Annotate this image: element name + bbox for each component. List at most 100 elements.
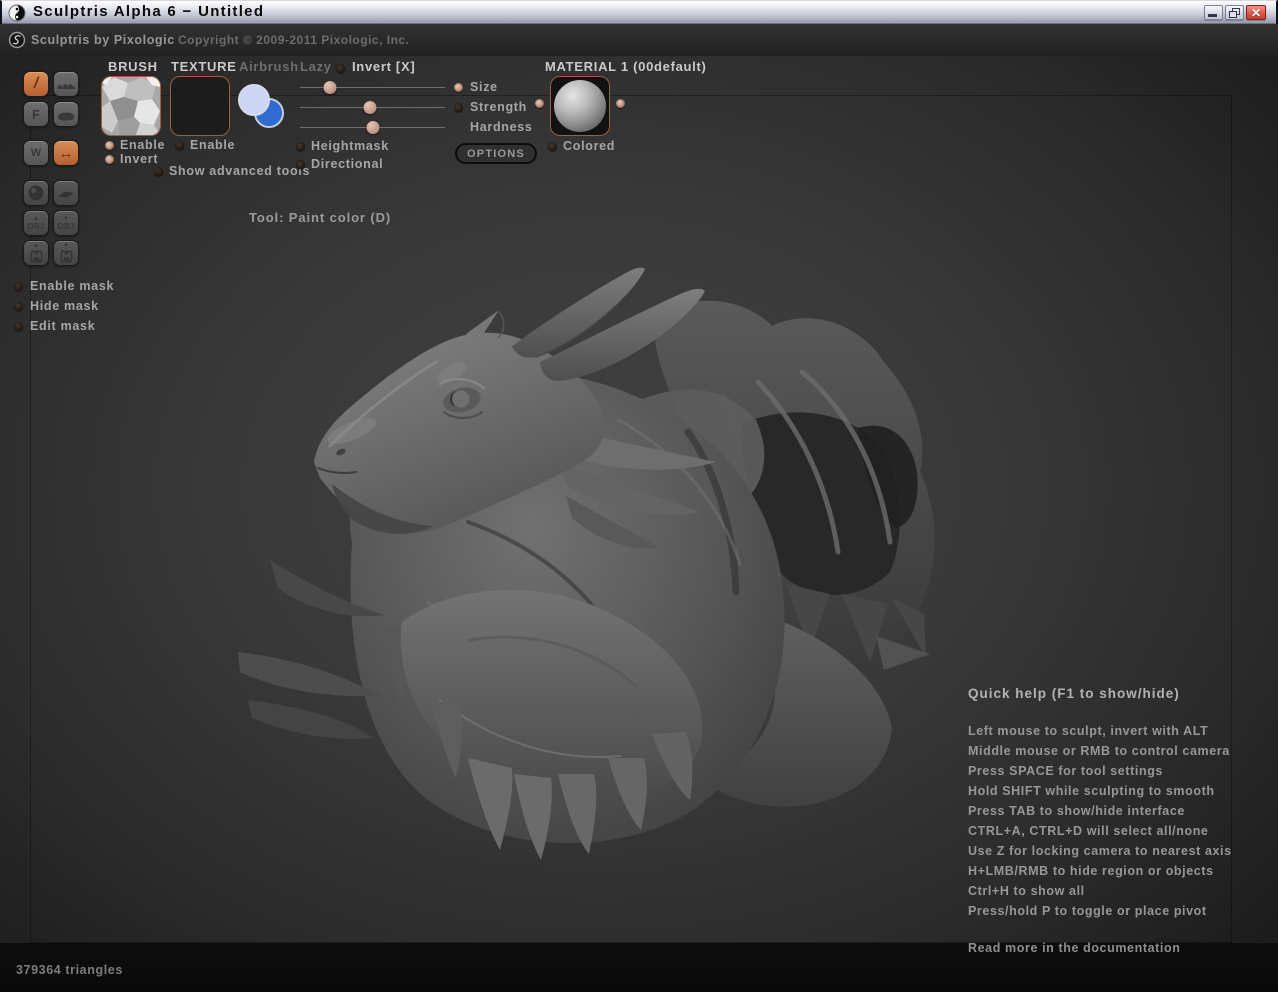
arrow-up-icon: ▲ — [33, 216, 39, 222]
flatten-icon — [55, 103, 77, 125]
app-icon — [8, 4, 26, 22]
menu-strip: Sculptris by Pixologic Copyright © 2009-… — [0, 24, 1278, 56]
help-footer: Read more in the documentation — [968, 941, 1180, 955]
directional-radio[interactable] — [296, 160, 305, 169]
new-sphere-button[interactable] — [23, 180, 49, 206]
help-line: Hold SHIFT while sculpting to smooth — [968, 781, 1232, 801]
quick-help-lines: Left mouse to sculpt, invert with ALT Mi… — [968, 721, 1232, 921]
size-label[interactable]: Size — [470, 80, 498, 94]
hardness-label[interactable]: Hardness — [470, 120, 533, 134]
material-prev-dot[interactable] — [535, 99, 544, 108]
brush-pattern-icon — [102, 77, 160, 135]
help-line: Middle mouse or RMB to control camera — [968, 741, 1232, 761]
enable-mask-label[interactable]: Enable mask — [30, 279, 114, 293]
hide-mask-label[interactable]: Hide mask — [30, 299, 99, 313]
brush-thumbnail[interactable] — [101, 76, 161, 136]
material-section-label: MATERIAL 1 (00default) — [545, 59, 707, 74]
wireframe-button[interactable]: W — [23, 140, 49, 166]
help-line: Press SPACE for tool settings — [968, 761, 1232, 781]
invert-x-label[interactable]: Invert [X] — [352, 59, 415, 74]
edit-mask-label[interactable]: Edit mask — [30, 319, 95, 333]
hardness-slider-handle[interactable] — [366, 121, 379, 134]
floppy-disk-icon — [60, 250, 73, 263]
help-line: CTRL+A, CTRL+D will select all/none — [968, 821, 1232, 841]
airbrush-mode-button[interactable]: Airbrush — [239, 59, 299, 74]
quick-help-title: Quick help (F1 to show/hide) — [968, 686, 1180, 701]
arrow-down-icon: ▼ — [63, 243, 69, 249]
arrow-down-icon: ▼ — [63, 216, 69, 222]
help-line: Ctrl+H to show all — [968, 881, 1232, 901]
copyright-text: Copyright © 2009-2011 Pixologic, Inc. — [178, 33, 409, 47]
brush-section-label: BRUSH — [108, 59, 158, 74]
size-radio[interactable] — [454, 83, 463, 92]
texture-section-label: TEXTURE — [171, 59, 237, 74]
brush-enable-label[interactable]: Enable — [120, 138, 165, 152]
minimize-icon — [1208, 14, 1217, 17]
minimize-button[interactable] — [1204, 5, 1223, 20]
sculptris-logo-icon — [8, 31, 26, 49]
export-obj-button[interactable]: ▼ OBJ — [53, 210, 79, 236]
new-plane-button[interactable] — [53, 180, 79, 206]
brush-invert-label[interactable]: Invert — [120, 152, 158, 166]
plane-icon — [55, 182, 77, 204]
heightmask-radio[interactable] — [296, 142, 305, 151]
help-line: Left mouse to sculpt, invert with ALT — [968, 721, 1232, 741]
brush-enable-radio[interactable] — [105, 141, 114, 150]
import-obj-button[interactable]: ▲ OBJ — [23, 210, 49, 236]
brush-invert-radio[interactable] — [105, 155, 114, 164]
floppy-disk-icon — [30, 250, 43, 263]
restore-button[interactable] — [1225, 5, 1244, 20]
main-area: BRUSH TEXTURE Airbrush Lazy Invert [X] M… — [0, 56, 1278, 992]
show-advanced-label[interactable]: Show advanced tools — [169, 164, 310, 178]
material-preview[interactable] — [550, 76, 610, 136]
colored-radio[interactable] — [548, 142, 557, 151]
strength-label[interactable]: Strength — [470, 100, 527, 114]
hide-mask-radio[interactable] — [14, 302, 23, 311]
help-line: Press/hold P to toggle or place pivot — [968, 901, 1232, 921]
strength-slider-handle[interactable] — [363, 101, 376, 114]
help-line: H+LMB/RMB to hide region or objects — [968, 861, 1232, 881]
directional-label[interactable]: Directional — [311, 157, 383, 171]
brush-tip-preview[interactable] — [238, 84, 292, 136]
colored-label[interactable]: Colored — [563, 139, 615, 153]
texture-enable-label[interactable]: Enable — [190, 138, 235, 152]
app-window: Sculptris Alpha 6 − Untitled ✕ Sculptris… — [0, 0, 1278, 992]
dragon-model — [238, 268, 935, 860]
strength-radio[interactable] — [454, 103, 463, 112]
arrow-up-icon: ▲ — [33, 243, 39, 249]
fill-button[interactable]: F — [23, 101, 49, 127]
material-sphere-icon — [554, 80, 606, 132]
open-file-button[interactable]: ▲ — [23, 240, 49, 266]
triangle-count: 379364 triangles — [16, 963, 123, 977]
symmetry-button[interactable]: ↔ — [53, 140, 79, 166]
enable-mask-radio[interactable] — [14, 282, 23, 291]
clay-brush-button[interactable] — [53, 71, 79, 97]
help-line: Press TAB to show/hide interface — [968, 801, 1232, 821]
title-bar[interactable]: Sculptris Alpha 6 − Untitled ✕ — [0, 0, 1278, 24]
texture-enable-radio[interactable] — [175, 141, 184, 150]
close-icon: ✕ — [1247, 6, 1265, 19]
window-title: Sculptris Alpha 6 − Untitled — [33, 3, 264, 20]
edit-mask-radio[interactable] — [14, 322, 23, 331]
texture-thumbnail[interactable] — [170, 76, 230, 136]
size-slider-handle[interactable] — [324, 81, 337, 94]
close-button[interactable]: ✕ — [1246, 5, 1266, 20]
show-advanced-radio[interactable] — [154, 167, 163, 176]
brand-text: Sculptris by Pixologic — [31, 33, 175, 47]
flatten-button[interactable] — [53, 101, 79, 127]
material-next-dot[interactable] — [616, 99, 625, 108]
sphere-icon — [25, 182, 47, 204]
strength-slider[interactable] — [300, 101, 445, 114]
tool-status: Tool: Paint color (D) — [249, 210, 391, 225]
hardness-slider[interactable] — [300, 121, 445, 134]
invert-x-radio[interactable] — [336, 64, 345, 73]
help-line: Use Z for locking camera to nearest axis — [968, 841, 1232, 861]
lazy-mode-button[interactable]: Lazy — [300, 59, 332, 74]
options-button[interactable]: OPTIONS — [455, 143, 537, 164]
size-slider[interactable] — [300, 81, 445, 94]
save-file-button[interactable]: ▼ — [53, 240, 79, 266]
heightmask-label[interactable]: Heightmask — [311, 139, 389, 153]
clay-bumps-icon — [55, 73, 77, 95]
brush-tip-front-circle-icon — [238, 84, 270, 116]
paint-brush-button[interactable]: / — [23, 71, 49, 97]
